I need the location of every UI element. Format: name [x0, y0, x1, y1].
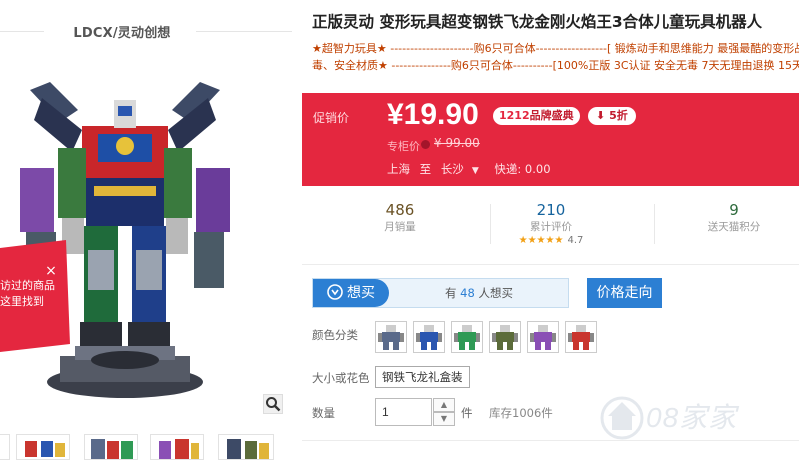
- want-to-buy-box: 想买 有 48 人想买: [312, 278, 569, 308]
- size-label: 大小或花色: [312, 371, 370, 385]
- monthly-sales-label: 月销量: [384, 221, 416, 233]
- want-to-buy-label: 想买: [347, 285, 375, 301]
- brand-title[interactable]: LDCX/灵动创想: [52, 22, 192, 41]
- stock-count: 库存1006件: [489, 406, 553, 420]
- stat-points: 9 送天猫积分: [674, 200, 794, 252]
- info-dot-icon: [421, 140, 430, 149]
- ship-destination-select[interactable]: 长沙 ▼: [441, 162, 485, 176]
- section-divider: [302, 440, 799, 441]
- zoom-icon[interactable]: [263, 394, 283, 414]
- cart-icon: [327, 284, 343, 300]
- stat-monthly-sales: 486 月销量: [317, 200, 483, 252]
- product-subtitle: ★超智力玩具★ ---------------------购6只可合体-----…: [312, 40, 799, 74]
- brand-festival-badge[interactable]: 1212品牌盛典: [493, 107, 580, 125]
- discount-badge: ⬇ 5折: [588, 107, 636, 125]
- section-divider: [302, 264, 799, 265]
- thumbnail-strip: [0, 434, 292, 460]
- stat-divider: [654, 204, 655, 244]
- want-count: 48: [460, 286, 475, 300]
- popup-message: 访过的商品 这里找到: [0, 278, 55, 310]
- original-price: ¥ 99.00: [434, 136, 480, 150]
- monthly-sales-value: 486: [385, 201, 415, 219]
- quantity-label: 数量: [312, 406, 335, 420]
- product-main-image[interactable]: [20, 60, 230, 405]
- thumbnail[interactable]: [150, 434, 204, 460]
- brand-festival-count: 1212: [499, 109, 530, 122]
- quantity-decrease-button[interactable]: ▼: [433, 412, 455, 426]
- express-fee: 快递: 0.00: [494, 162, 551, 176]
- promo-price: ¥19.90: [387, 98, 479, 131]
- color-label: 颜色分类: [312, 328, 358, 342]
- price-trend-button[interactable]: 价格走向: [587, 278, 662, 308]
- reviews-label: 累计评价: [530, 221, 572, 233]
- discount-value: 5折: [609, 109, 628, 122]
- chevron-down-icon: ▼: [471, 166, 479, 176]
- shipping-row: 上海 至 长沙 ▼ 快递: 0.00: [387, 161, 557, 177]
- want-to-buy-count: 有 48 人想买: [389, 279, 569, 307]
- original-price-label: 专柜价: [387, 140, 420, 153]
- color-swatch[interactable]: [375, 321, 407, 353]
- down-arrow-icon: ⬇: [596, 109, 606, 122]
- popup-line-1: 访过的商品: [0, 279, 55, 292]
- quantity-input[interactable]: [375, 398, 432, 426]
- sales-stats: 486 月销量 210 累计评价 ★★★★★ 4.7 9 送天猫积分: [302, 200, 799, 252]
- reviews-value: 210: [536, 201, 566, 219]
- product-info: 正版灵动 变形玩具超变钢铁飞龙金刚火焰王3合体儿童玩具机器人 ★超智力玩具★ -…: [302, 0, 799, 460]
- brand-festival-label: 品牌盛典: [529, 109, 574, 122]
- subtitle-line-2: 毒、安全材质★ ---------------购6只可合体----------[…: [312, 59, 799, 72]
- points-label: 送天猫积分: [707, 221, 761, 233]
- color-swatch[interactable]: [565, 321, 597, 353]
- ship-from: 上海: [387, 162, 410, 176]
- quantity-increase-button[interactable]: ▲: [433, 398, 455, 412]
- brand-divider-left: [0, 31, 44, 32]
- close-icon[interactable]: ×: [44, 264, 58, 278]
- color-swatch[interactable]: [451, 321, 483, 353]
- rating-score: 4.7: [567, 235, 584, 246]
- popup-line-2: 这里找到: [0, 295, 44, 308]
- color-swatch[interactable]: [413, 321, 445, 353]
- star-icons: ★★★★★: [518, 235, 564, 246]
- brand-divider-right: [196, 31, 292, 32]
- product-title: 正版灵动 变形玩具超变钢铁飞龙金刚火焰王3合体儿童玩具机器人: [312, 13, 763, 31]
- product-gallery: LDCX/灵动创想 × 访过的商品 这里找到: [0, 0, 292, 460]
- color-swatch[interactable]: [489, 321, 521, 353]
- thumbnail[interactable]: [218, 434, 274, 460]
- points-value: 9: [729, 201, 739, 219]
- price-panel: 促销价 ¥19.90 1212品牌盛典 ⬇ 5折 专柜价 ¥ 99.00 上海 …: [302, 93, 799, 186]
- stat-reviews[interactable]: 210 累计评价 ★★★★★ 4.7: [468, 200, 634, 252]
- want-to-buy-button[interactable]: 想买: [313, 279, 389, 307]
- quantity-unit: 件: [461, 406, 473, 420]
- promo-price-label: 促销价: [313, 111, 350, 125]
- rating-stars: ★★★★★ 4.7: [468, 234, 634, 247]
- want-suffix: 人想买: [478, 286, 513, 300]
- brand-row: LDCX/灵动创想: [0, 18, 292, 44]
- thumbnail[interactable]: [0, 434, 10, 460]
- thumbnail[interactable]: [84, 434, 138, 460]
- ship-to-word: 至: [419, 162, 432, 176]
- thumbnail[interactable]: [16, 434, 70, 460]
- ship-destination: 长沙: [440, 162, 464, 176]
- size-option[interactable]: 钢铁飞龙礼盒装: [375, 366, 470, 388]
- subtitle-line-1: ★超智力玩具★ ---------------------购6只可合体-----…: [312, 42, 799, 55]
- want-prefix: 有: [445, 286, 457, 300]
- color-swatch[interactable]: [527, 321, 559, 353]
